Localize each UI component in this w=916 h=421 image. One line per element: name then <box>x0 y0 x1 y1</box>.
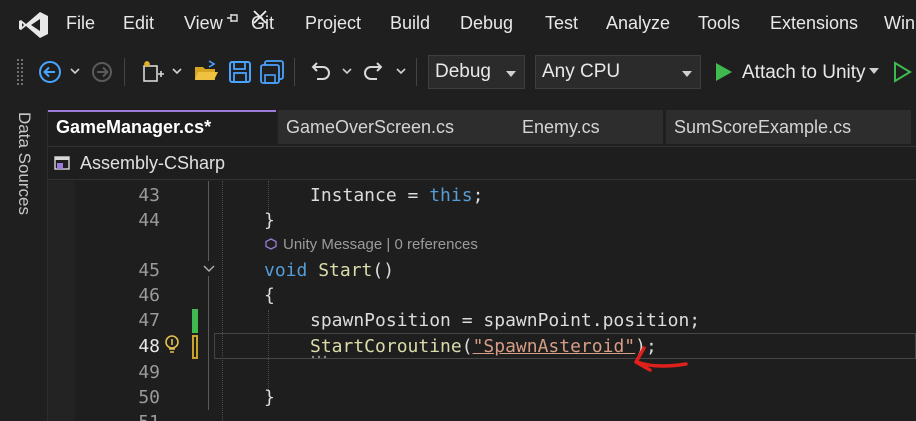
line-number: 46 <box>138 285 160 306</box>
lightbulb-icon[interactable] <box>162 334 182 356</box>
menu-project[interactable]: Project <box>305 13 361 34</box>
new-item-icon[interactable] <box>138 58 166 86</box>
data-sources-tab[interactable]: Data Sources <box>14 112 34 215</box>
navigate-back-icon[interactable] <box>36 58 64 86</box>
open-folder-icon[interactable] <box>192 58 220 86</box>
menu-bar: File Edit View Git Project Build Debug T… <box>0 0 916 50</box>
menu-debug[interactable]: Debug <box>460 13 513 34</box>
close-tab-icon[interactable] <box>252 9 268 25</box>
outlining-line <box>208 181 209 261</box>
menu-analyze[interactable]: Analyze <box>606 13 670 34</box>
chevron-down-icon <box>506 71 516 77</box>
code-line-47: spawnPosition = spawnPoint.position; <box>310 310 701 331</box>
toolbar-separator <box>294 58 295 86</box>
save-all-icon[interactable] <box>258 58 286 86</box>
indent-guide <box>268 181 269 211</box>
save-icon[interactable] <box>226 58 254 86</box>
redo-dropdown-icon[interactable] <box>396 66 406 76</box>
new-item-dropdown-icon[interactable] <box>172 66 182 76</box>
menu-file[interactable]: File <box>66 13 95 34</box>
line-number: 49 <box>138 362 160 383</box>
code-lens[interactable]: Unity Message | 0 references <box>283 236 478 253</box>
project-dropdown[interactable]: Assembly-CSharp <box>80 153 225 174</box>
line-number: 44 <box>138 210 160 231</box>
solution-platform-dropdown[interactable]: Any CPU <box>535 55 701 89</box>
chevron-down-icon <box>682 71 692 77</box>
annotation-arrow-icon <box>634 346 688 372</box>
attach-dropdown-icon[interactable] <box>868 66 880 76</box>
start-debugging-play-icon[interactable] <box>712 57 736 87</box>
current-line-number: 48 <box>138 336 160 357</box>
menu-build[interactable]: Build <box>390 13 430 34</box>
tab-label: Enemy.cs <box>522 117 600 137</box>
menu-test[interactable]: Test <box>545 13 578 34</box>
indent-guide <box>222 181 223 421</box>
tab-enemy[interactable]: Enemy.cs <box>514 110 663 144</box>
code-line-46: { <box>264 285 275 306</box>
menu-tools[interactable]: Tools <box>698 13 740 34</box>
pin-tab-icon[interactable] <box>226 11 240 25</box>
line-number: 50 <box>138 387 160 408</box>
tab-label: SumScoreExample.cs <box>674 117 852 137</box>
line-number: 43 <box>138 185 160 206</box>
line-number: 51 <box>108 412 160 421</box>
menu-extensions[interactable]: Extensions <box>770 13 858 34</box>
unity-message-icon <box>265 238 277 250</box>
tab-label: GameOverScreen.cs <box>286 117 455 137</box>
code-editor[interactable] <box>48 181 916 421</box>
code-line-50: } <box>264 387 275 408</box>
navigate-back-dropdown-icon[interactable] <box>70 66 80 76</box>
outlining-line <box>208 276 209 410</box>
unsaved-change-marker <box>192 335 198 359</box>
suggestion-dots-icon <box>311 355 327 359</box>
tab-sumscoreexample[interactable]: SumScoreExample.cs <box>666 110 911 144</box>
toolbar-grip-icon[interactable] <box>16 58 24 86</box>
glyph-margin[interactable] <box>48 181 75 421</box>
navigate-forward-icon[interactable] <box>88 58 116 86</box>
attach-to-unity-button[interactable]: Attach to Unity <box>742 62 866 84</box>
redo-icon[interactable] <box>360 58 388 86</box>
undo-dropdown-icon[interactable] <box>342 66 352 76</box>
toolbar-separator <box>124 58 125 86</box>
csharp-project-icon <box>54 156 70 170</box>
menu-view[interactable]: View <box>184 13 223 34</box>
tab-gamemanager[interactable]: GameManager.cs* <box>48 110 276 144</box>
code-line-48: StartCoroutine("SpawnAsteroid"); <box>310 336 657 357</box>
start-without-debugging-icon[interactable] <box>890 58 914 86</box>
saved-change-marker <box>192 309 198 333</box>
code-line-44: } <box>264 210 275 231</box>
solution-platform-value: Any CPU <box>542 61 621 82</box>
tab-gameoverscreen[interactable]: GameOverScreen.cs <box>278 110 514 144</box>
menu-window[interactable]: Win <box>884 13 915 34</box>
toolbar-separator <box>416 58 417 86</box>
solution-configuration-value: Debug <box>435 61 491 82</box>
line-number: 47 <box>138 310 160 331</box>
code-line-43: Instance = this; <box>310 185 484 206</box>
solution-configuration-dropdown[interactable]: Debug <box>428 55 525 89</box>
code-line-45: void Start() <box>264 260 395 281</box>
collapse-chevron-icon[interactable] <box>202 264 216 274</box>
tab-label: GameManager.cs* <box>56 117 212 137</box>
undo-icon[interactable] <box>306 58 334 86</box>
menu-edit[interactable]: Edit <box>123 13 154 34</box>
document-tab-strip: GameManager.cs* GameOverScreen.cs Enemy.… <box>48 110 916 146</box>
line-number: 45 <box>138 260 160 281</box>
visual-studio-logo-icon[interactable] <box>18 10 50 40</box>
